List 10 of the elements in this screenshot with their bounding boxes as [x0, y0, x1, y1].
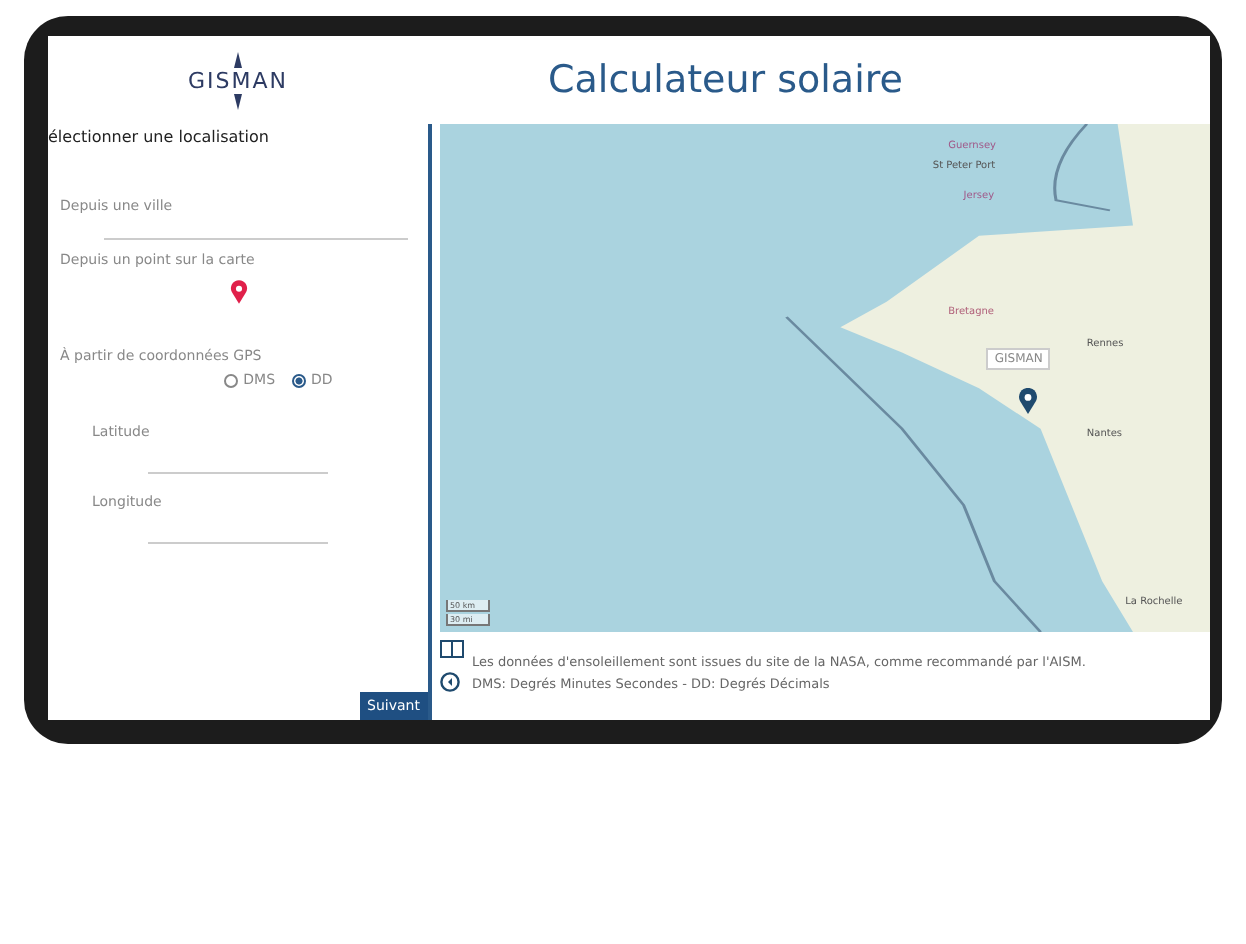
page-title: Calculateur solaire [548, 58, 903, 102]
map-marker-icon[interactable] [1017, 388, 1038, 415]
book-icon [440, 640, 464, 660]
compass-needle-icon [232, 93, 244, 109]
info-icon [440, 672, 460, 692]
section-heading: électionner une localisation [48, 128, 271, 146]
logo-text: GISMAN [188, 67, 288, 93]
maritime-boundary-line [1053, 124, 1111, 212]
map-pin-icon[interactable] [229, 280, 247, 304]
compass-needle-icon [232, 51, 244, 67]
